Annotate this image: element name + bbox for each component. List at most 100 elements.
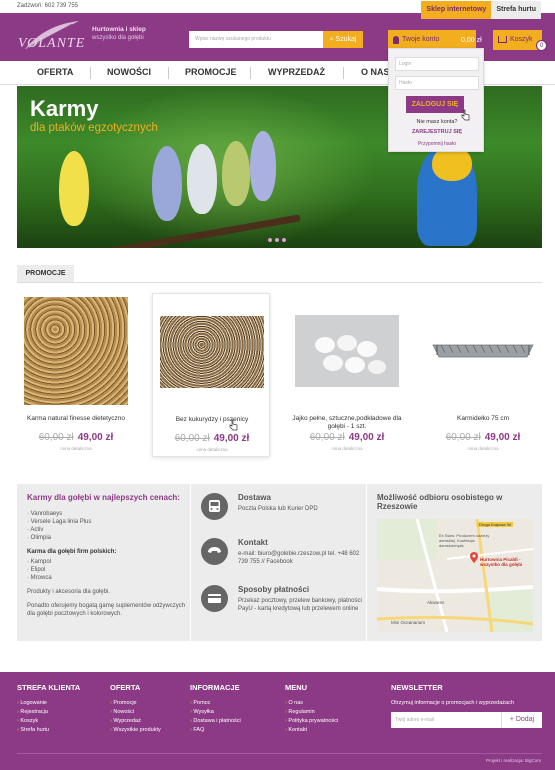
- footer-link[interactable]: FAQ: [190, 727, 241, 733]
- basket-icon: [498, 36, 507, 43]
- product-image[interactable]: [431, 315, 535, 387]
- delivery-text: Poczta Polska lub Kurier DPD: [238, 506, 318, 512]
- promotions-heading: PROMOCJE: [17, 265, 74, 282]
- polish-brand: Elipol: [30, 567, 46, 573]
- product-name[interactable]: Karmidełko 75 cm: [424, 415, 542, 423]
- password-field[interactable]: Hasło: [395, 76, 479, 90]
- footer-link[interactable]: Kontakt: [285, 727, 338, 733]
- footer-link[interactable]: Rejestracja: [17, 709, 80, 715]
- footer-link[interactable]: Koszyk: [17, 718, 80, 724]
- footer-link[interactable]: Promocje: [110, 700, 161, 706]
- slider-dot[interactable]: [282, 238, 286, 242]
- slider-dot[interactable]: [275, 238, 279, 242]
- newsletter-email-input[interactable]: Twój adres e-mail: [391, 712, 501, 728]
- info-section: Karmy dla gołębi w najlepszych cenach: ·…: [17, 484, 542, 641]
- price: 49,00 zł: [213, 433, 250, 444]
- column-divider: [366, 484, 367, 641]
- product-card[interactable]: Bez kukurydzy i pszenicy 60,00 zł 49,00 z…: [152, 293, 270, 457]
- polish-brands-list: · Kampol · Elipol · Mrowca: [27, 559, 52, 581]
- no-account-text: Nie masz konta?: [416, 119, 458, 125]
- search-button-label: Szukaj: [335, 36, 357, 43]
- footer-link[interactable]: Wysyłka: [190, 709, 241, 715]
- footer-link[interactable]: Wszystkie produkty: [110, 727, 160, 733]
- login-dropdown: Login Hasło ZALOGUJ SIĘ Nie masz konta? …: [388, 48, 484, 152]
- footer-heading: STREFA KLIENTA: [17, 683, 81, 692]
- nav-divider: [168, 67, 169, 79]
- product-card[interactable]: Karma natural finesse dietetyczno 60,00 …: [17, 293, 135, 457]
- footer-link[interactable]: Dostawa i płatności: [190, 718, 240, 724]
- section-divider: [17, 282, 542, 283]
- nav-divider: [250, 67, 251, 79]
- phone-icon: [201, 538, 228, 565]
- nav-item-about[interactable]: O NAS: [361, 67, 390, 77]
- footer-link[interactable]: Logowanie: [17, 700, 80, 706]
- logo-text[interactable]: VOLANTE: [18, 36, 85, 52]
- map-place-label: Ex Stars: Producent odzieży damskiej. Ko…: [439, 533, 490, 548]
- feed-brand: Olimpia: [30, 535, 52, 541]
- banner-title: Karmy: [30, 96, 99, 121]
- footer-link[interactable]: Regulamin: [285, 709, 338, 715]
- footer-link[interactable]: Pomoc: [190, 700, 241, 706]
- polish-brand: Mrowca: [30, 575, 52, 581]
- feed-brand: Vanrobaeys: [30, 511, 63, 517]
- payment-text: Przekaz pocztowy, przelew bankowy, płatn…: [238, 598, 362, 612]
- nav-item-new[interactable]: NOWOŚCI: [107, 67, 151, 77]
- feed-brand: Activ: [30, 527, 44, 533]
- search-input[interactable]: Wpisz nazwę szukanego produktu: [189, 31, 323, 48]
- slider-dot[interactable]: [268, 238, 272, 242]
- eggs-image: [315, 335, 386, 374]
- product-name[interactable]: Jajko pełne, sztuczne,podkładowe dla goł…: [288, 415, 406, 431]
- product-name[interactable]: Bez kukurydzy i pszenicy: [153, 416, 271, 424]
- register-link[interactable]: ZAREJESTRUJ SIĘ: [389, 129, 485, 135]
- polish-brand: Kampol: [30, 559, 52, 565]
- column-divider: [190, 484, 191, 641]
- contact-text[interactable]: e-mail: biuro@golebie.rzeszow.pl tel. +4…: [238, 550, 366, 566]
- map-pin-icon[interactable]: [470, 552, 478, 563]
- contact-title: Kontakt: [238, 538, 268, 547]
- product-image[interactable]: [160, 316, 264, 388]
- footer-heading: NEWSLETTER: [391, 683, 443, 692]
- blue-budgie-image: [152, 146, 182, 221]
- pickup-title: Możliwość odbioru osobistego w Rzeszowie: [377, 493, 503, 511]
- newsletter-text: Otrzymuj informacje o promocjach i wyprz…: [391, 700, 514, 706]
- violet-budgie-image: [250, 131, 276, 201]
- cart-total: 0,00 zł: [461, 37, 482, 44]
- product-card[interactable]: Jajko pełne, sztuczne,podkładowe dla goł…: [288, 293, 406, 457]
- nav-item-sale[interactable]: WYPRZEDAŻ: [268, 67, 325, 77]
- pickup-info: Możliwość odbioru osobistego w Rzeszowie…: [377, 493, 537, 632]
- footer-link[interactable]: Nowości: [110, 709, 161, 715]
- feed-brand: Versele Laga linia Plus: [30, 519, 92, 525]
- footer-link[interactable]: Strefa hurtu: [17, 727, 80, 733]
- footer-link[interactable]: O nas: [285, 700, 338, 706]
- footer-heading: MENU: [285, 683, 308, 692]
- footer-heading: OFERTA: [110, 683, 141, 692]
- tab-retail-shop[interactable]: Sklep internetowy: [421, 1, 492, 19]
- product-image[interactable]: [24, 297, 128, 405]
- newsletter-add-button[interactable]: + Dodaj: [501, 712, 542, 728]
- nav-divider: [90, 67, 91, 79]
- map-place-label: Akwares: [427, 600, 445, 605]
- polish-brands-title: Karma dla gołębi firm polskich:: [27, 549, 117, 555]
- card-icon: [201, 585, 228, 612]
- remind-password-link[interactable]: Przypomnij hasło: [389, 141, 485, 147]
- login-button[interactable]: ZALOGUJ SIĘ: [406, 96, 464, 113]
- footer-link[interactable]: Polityka prywatności: [285, 718, 338, 724]
- nav-item-offer[interactable]: OFERTA: [37, 67, 73, 77]
- credit-text[interactable]: Projekt i realizacja: BigCom: [486, 758, 541, 763]
- product-card[interactable]: Karmidełko 75 cm 60,00 zł 49,00 zł cena d…: [424, 293, 542, 457]
- tab-wholesale[interactable]: Strefa hurtu: [491, 1, 541, 19]
- search-button[interactable]: ⌕ Szukaj: [323, 31, 363, 48]
- login-field[interactable]: Login: [395, 57, 479, 71]
- map-place-label: Mini Oceanarium: [391, 620, 426, 625]
- footer-client-column: STREFA KLIENTA Logowanie Rejestracja Kos…: [17, 683, 80, 736]
- accessories-text: Produkty i akcesoria dla gołębi.: [27, 589, 111, 595]
- location-map[interactable]: Droga Krajowa 94 Ex Stars: Producent odz…: [377, 519, 533, 632]
- product-image[interactable]: [295, 315, 399, 387]
- price-note: cena detaliczna: [196, 447, 228, 452]
- price-note: cena detaliczna: [467, 446, 499, 451]
- product-name[interactable]: Karma natural finesse dietetyczno: [17, 415, 135, 423]
- tagline-title: Hurtownia i sklep: [92, 26, 146, 33]
- cart-button[interactable]: Koszyk: [493, 30, 542, 50]
- nav-item-promotions[interactable]: PROMOCJE: [185, 67, 237, 77]
- footer-link[interactable]: Wyprzedaż: [110, 718, 161, 724]
